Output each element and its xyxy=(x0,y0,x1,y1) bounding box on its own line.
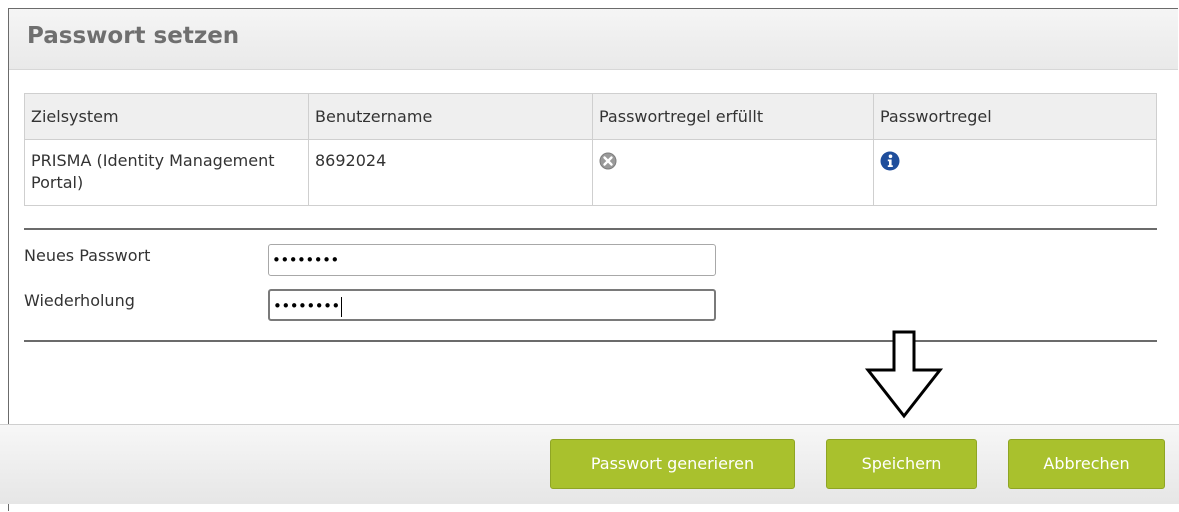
save-button[interactable]: Speichern xyxy=(826,439,977,489)
column-header-system: Zielsystem xyxy=(24,93,309,140)
target-systems-table: Zielsystem Benutzername Passwortregel er… xyxy=(24,93,1157,206)
table-row: PRISMA (Identity Management Portal) 8692… xyxy=(24,139,1157,206)
text-caret xyxy=(340,296,342,317)
dialog-footer: Passwort generieren Speichern Abbrechen xyxy=(0,424,1179,504)
dialog-title: Passwort setzen xyxy=(27,23,240,49)
generate-password-button[interactable]: Passwort generieren xyxy=(550,439,795,489)
down-arrow-icon xyxy=(864,330,944,419)
cell-rule xyxy=(873,139,1157,206)
cancel-button[interactable]: Abbrechen xyxy=(1008,439,1165,489)
divider-top xyxy=(24,228,1157,230)
cell-rule-met xyxy=(592,139,874,206)
column-header-rule: Passwortregel xyxy=(873,93,1157,140)
dialog-header: Passwort setzen xyxy=(9,9,1178,70)
column-header-username: Benutzername xyxy=(308,93,593,140)
cell-system: PRISMA (Identity Management Portal) xyxy=(24,139,309,206)
divider-bottom xyxy=(24,340,1157,342)
repeat-password-label: Wiederholung xyxy=(24,291,135,310)
repeat-password-value: •••••••• xyxy=(273,297,340,315)
column-header-rule-met: Passwortregel erfüllt xyxy=(592,93,874,140)
cell-username: 8692024 xyxy=(308,139,593,206)
new-password-field[interactable]: •••••••• xyxy=(268,244,716,276)
new-password-label: Neues Passwort xyxy=(24,246,151,265)
info-icon[interactable] xyxy=(880,151,900,171)
repeat-password-field[interactable]: •••••••• xyxy=(268,289,716,321)
table-header-row: Zielsystem Benutzername Passwortregel er… xyxy=(24,93,1157,140)
error-circle-icon xyxy=(599,152,617,170)
new-password-value: •••••••• xyxy=(272,251,339,269)
